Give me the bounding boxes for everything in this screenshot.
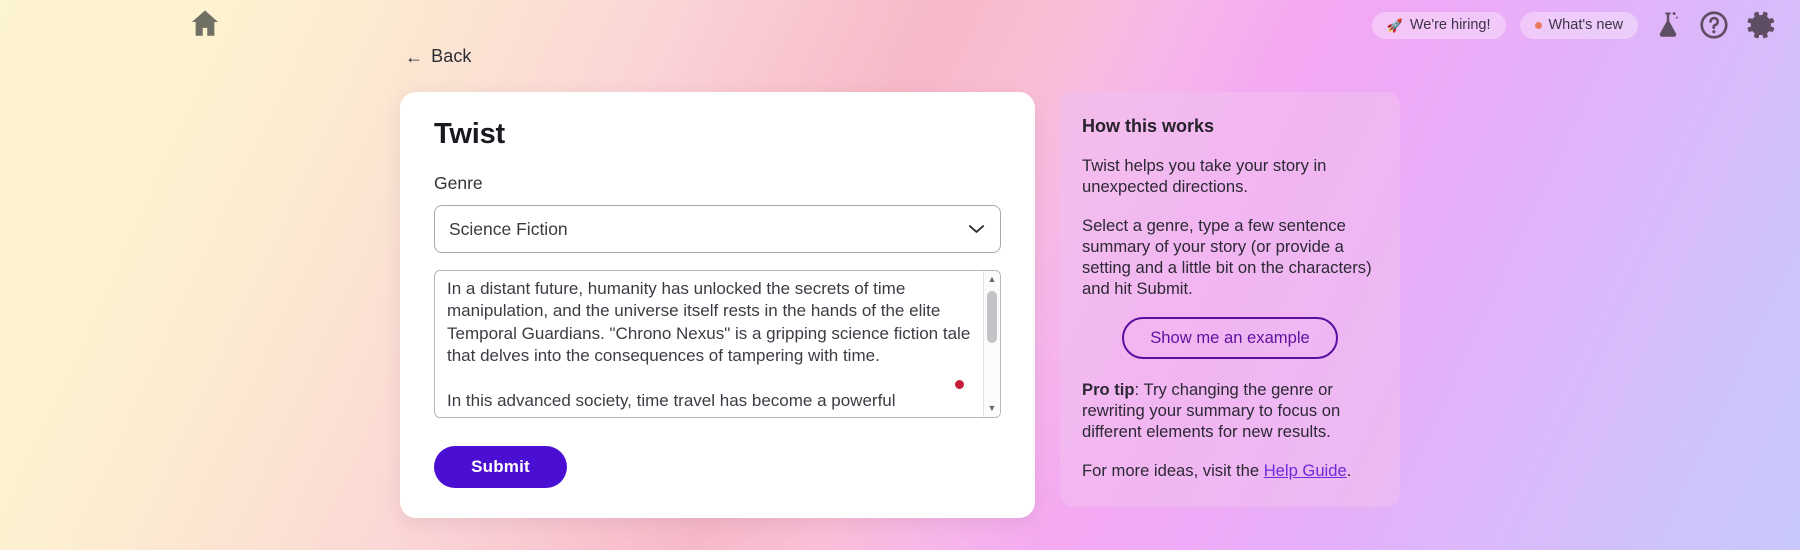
back-label: Back [431,46,472,66]
genre-select-value: Science Fiction [449,218,568,239]
top-bar-actions: 🚀 We're hiring! What's new [1371,8,1778,42]
page-title: Twist [434,118,505,150]
submit-button[interactable]: Submit [434,446,567,488]
genre-label: Genre [434,173,483,193]
scrollbar-thumb[interactable] [987,291,997,343]
scroll-up-arrow-icon[interactable]: ▲ [984,272,1000,287]
panel-footer-suffix: . [1346,461,1352,480]
twist-form-card: Twist Genre Science Fiction In a distant… [400,92,1035,518]
back-link[interactable]: ← Back [405,46,472,67]
whats-new-pill[interactable]: What's new [1519,11,1638,39]
pro-tip-text: Pro tip: Try changing the genre or rewri… [1082,379,1378,442]
flask-icon[interactable] [1652,9,1684,41]
panel-paragraph-2: Select a genre, type a few sentence summ… [1082,216,1372,298]
whats-new-label: What's new [1548,17,1624,33]
rocket-icon: 🚀 [1386,17,1403,33]
panel-paragraph-1: Twist helps you take your story in unexp… [1082,156,1327,196]
genre-select[interactable]: Science Fiction [434,205,1001,253]
dot-indicator-icon [1534,21,1542,29]
were-hiring-label: We're hiring! [1409,17,1491,33]
panel-title: How this works [1082,116,1215,136]
panel-footer-text: For more ideas, visit the [1082,461,1264,480]
pro-tip-prefix: Pro tip [1082,380,1135,399]
genre-select-wrapper: Science Fiction [434,205,1001,253]
gear-icon[interactable] [1744,8,1778,42]
help-guide-link[interactable]: Help Guide [1264,461,1347,480]
home-icon[interactable] [188,6,222,40]
textarea-scrollbar[interactable]: ▲ ▼ [983,271,1000,417]
red-marker-icon [955,380,964,389]
were-hiring-pill[interactable]: 🚀 We're hiring! [1371,11,1506,39]
summary-textarea-wrapper[interactable]: In a distant future, humanity has unlock… [434,270,1001,418]
how-this-works-panel: How this works Twist helps you take your… [1060,92,1400,507]
panel-footer: For more ideas, visit the Help Guide. [1082,460,1378,481]
help-circle-icon[interactable] [1698,9,1730,41]
arrow-left-icon: ← [405,46,424,67]
show-example-button[interactable]: Show me an example [1122,317,1338,359]
summary-textarea[interactable]: In a distant future, humanity has unlock… [447,278,974,412]
top-bar: 🚀 We're hiring! What's new [0,0,1800,56]
scroll-down-arrow-icon[interactable]: ▼ [984,401,1000,416]
